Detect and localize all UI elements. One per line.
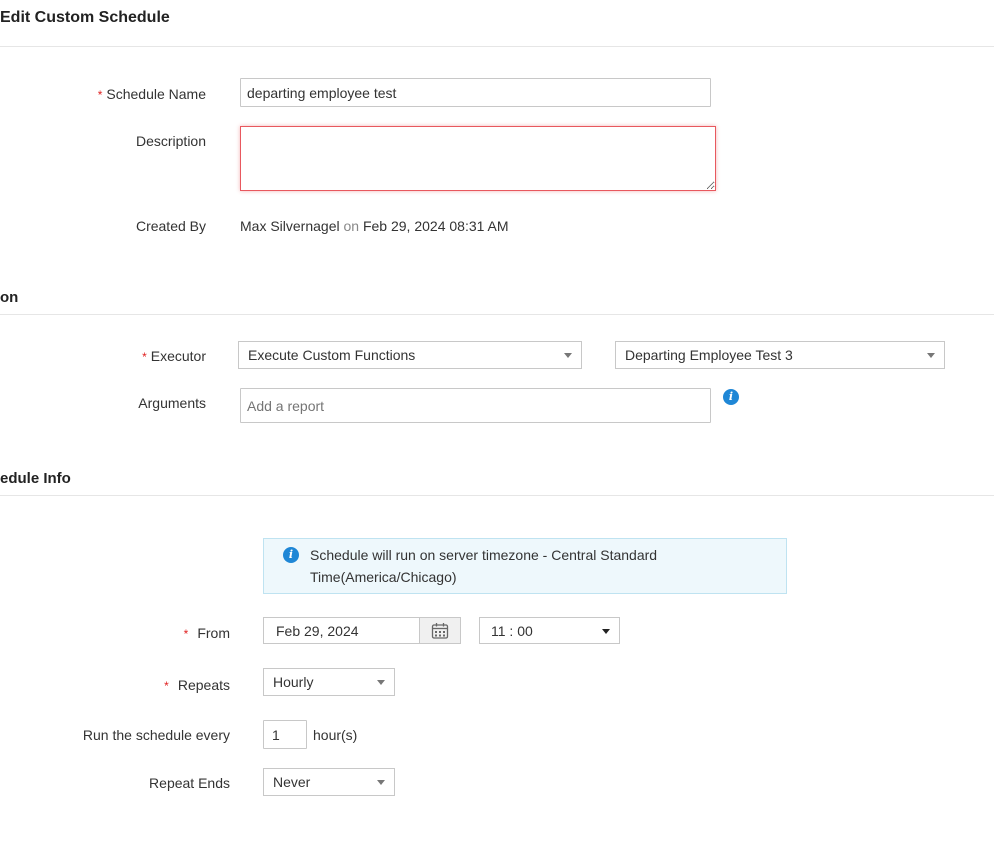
created-by-date: Feb 29, 2024 08:31 AM — [362, 218, 509, 234]
schedule-info-divider — [0, 495, 994, 496]
chevron-down-icon — [377, 680, 385, 685]
info-icon: i — [283, 547, 299, 563]
description-field[interactable] — [240, 126, 716, 191]
schedule-info-title: edule Info — [0, 470, 71, 487]
header-divider — [0, 46, 994, 47]
created-by-label: Created By — [135, 218, 206, 234]
required-marker: * — [164, 679, 169, 693]
run-every-unit: hour(s) — [313, 727, 358, 743]
from-date-input[interactable]: Feb 29, 2024 — [263, 617, 420, 644]
schedule-name-input[interactable] — [240, 78, 711, 107]
run-every-label: Run the schedule every — [82, 727, 230, 743]
page-title: Edit Custom Schedule — [0, 9, 170, 26]
required-marker: * — [142, 350, 147, 364]
notice-line2: Time(America/Chicago) — [310, 569, 457, 585]
repeats-label: * Repeats — [164, 677, 230, 693]
repeat-ends-select[interactable]: Never — [263, 768, 395, 796]
chevron-down-icon — [564, 353, 572, 358]
from-time-select[interactable]: 11 : 00 — [479, 617, 620, 644]
repeats-select[interactable]: Hourly — [263, 668, 395, 696]
from-label: * From — [183, 625, 230, 641]
description-label: Description — [135, 133, 206, 149]
arguments-input[interactable] — [240, 388, 711, 423]
notice-line1: Schedule will run on server timezone - C… — [310, 547, 658, 563]
created-by-value: Max Silvernagel on Feb 29, 2024 08:31 AM — [240, 218, 509, 234]
arguments-label: Arguments — [138, 395, 206, 411]
action-divider — [0, 314, 994, 315]
required-marker: * — [97, 88, 103, 102]
executor-label: * Executor — [142, 348, 206, 364]
info-icon[interactable]: i — [723, 389, 739, 405]
chevron-down-icon — [377, 780, 385, 785]
chevron-down-icon — [927, 353, 935, 358]
created-by-user: Max Silvernagel — [240, 218, 340, 234]
repeat-ends-label: Repeat Ends — [149, 775, 230, 791]
run-every-input[interactable] — [263, 720, 307, 749]
action-section-title: on — [0, 289, 19, 306]
executor-select[interactable]: Execute Custom Functions — [238, 341, 582, 369]
chevron-down-icon — [602, 628, 610, 634]
calendar-button[interactable] — [419, 617, 461, 644]
calendar-icon — [431, 622, 449, 639]
timezone-notice: i Schedule will run on server timezone -… — [263, 538, 787, 594]
function-select[interactable]: Departing Employee Test 3 — [615, 341, 945, 369]
created-by-on: on — [343, 218, 360, 234]
required-marker: * — [183, 627, 189, 641]
schedule-name-label: * Schedule Name — [97, 86, 206, 102]
